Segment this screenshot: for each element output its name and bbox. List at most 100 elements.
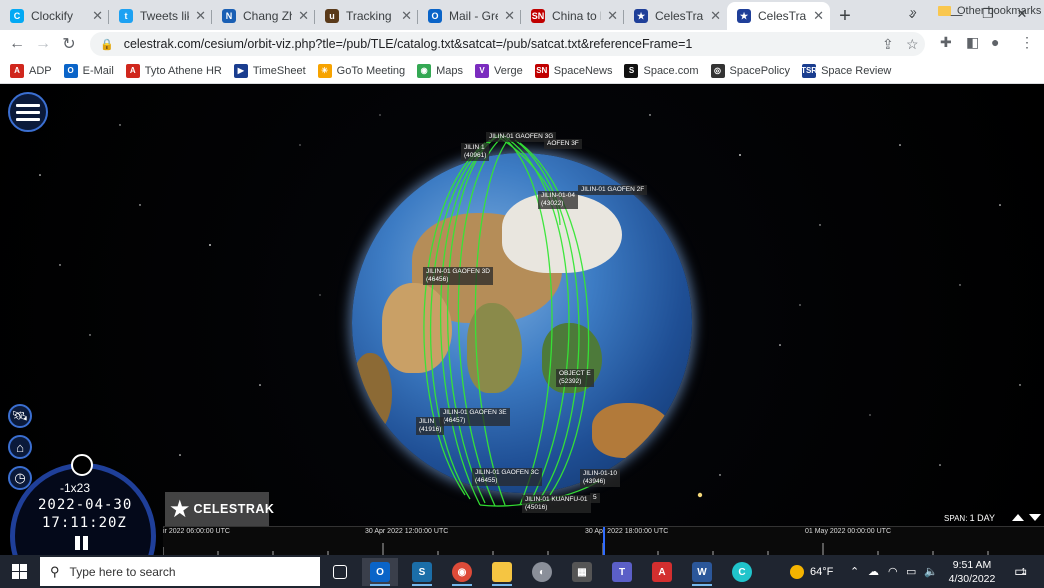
- satellite-label[interactable]: AOFEN 3F: [544, 139, 582, 149]
- taskbar-canva[interactable]: C: [724, 558, 760, 586]
- timeline-label: ir 2022 06:00:00 UTC: [163, 528, 230, 535]
- satellite-label[interactable]: JILIN-01 GAOFEN 3C (46455): [472, 468, 542, 486]
- span-decrease-icon[interactable]: [1029, 514, 1041, 521]
- taskbar-word[interactable]: W: [684, 558, 720, 586]
- taskbar-search[interactable]: ⚲ Type here to search: [40, 557, 320, 586]
- bookmark-verge[interactable]: V Verge: [475, 63, 523, 78]
- word-icon: W: [692, 562, 712, 582]
- close-icon[interactable]: ✕: [504, 8, 515, 24]
- notification-center-icon[interactable]: ▭ 1: [1010, 561, 1030, 581]
- satellite-label[interactable]: JILIN-01 GAOFEN 2F: [578, 185, 648, 195]
- adp-icon: A: [10, 63, 24, 78]
- timesheet-icon: ▶: [233, 63, 248, 78]
- bookmark-email[interactable]: O E-Mail: [63, 63, 114, 78]
- satellite-label[interactable]: JILIN-01 GAOFEN 3D (46456): [423, 267, 493, 285]
- home-icon[interactable]: ⌂: [8, 435, 32, 459]
- profile-avatar-icon[interactable]: ●: [991, 34, 999, 50]
- taskbar-outlook[interactable]: O: [362, 558, 398, 586]
- taskbar-teams[interactable]: T: [604, 558, 640, 586]
- side-panel-icon[interactable]: ◧: [966, 34, 979, 51]
- sun-icon: [790, 564, 804, 579]
- browser-tab[interactable]: u Tracking | UPS ✕: [315, 2, 418, 30]
- taskbar-chrome[interactable]: ◉: [444, 558, 480, 586]
- bookmark-tyto[interactable]: A Tyto Athene HR: [125, 63, 222, 78]
- bookmark-adp[interactable]: A ADP: [10, 63, 52, 78]
- satellite-label[interactable]: OBJECT E (52392): [556, 369, 594, 387]
- onedrive-icon[interactable]: ☁: [868, 555, 879, 588]
- address-bar[interactable]: 🔒 celestrak.com/cesium/orbit-viz.php?tle…: [90, 32, 925, 56]
- forward-icon[interactable]: →: [30, 31, 56, 57]
- satellite-icon[interactable]: 🛰: [8, 404, 32, 428]
- satellite-name: JILIN-01 GAOFEN 3E: [443, 409, 507, 416]
- other-bookmarks[interactable]: Other bookmarks: [938, 5, 1041, 17]
- twitter-icon: t: [119, 9, 133, 23]
- task-view-button[interactable]: [322, 558, 358, 586]
- back-icon[interactable]: ←: [4, 31, 30, 57]
- star-bookmark-icon[interactable]: ☆: [906, 36, 919, 53]
- battery-icon[interactable]: ▭: [906, 555, 916, 588]
- close-icon[interactable]: ✕: [607, 8, 618, 24]
- satellite-label[interactable]: JILIN (41916): [416, 417, 445, 435]
- more-menu-icon[interactable]: ⋮: [1020, 34, 1034, 51]
- browser-tab[interactable]: O Mail - Greg ✕: [418, 2, 521, 30]
- extensions-icon[interactable]: ✚: [940, 34, 952, 51]
- satellite-catalog-id: (46455): [475, 477, 498, 484]
- animation-speed-knob[interactable]: [71, 454, 93, 476]
- satellite-label[interactable]: 5: [590, 493, 600, 503]
- satellite-label[interactable]: JILIN-01 GAOFEN 3E (46457): [440, 408, 510, 426]
- share-icon[interactable]: ⇪: [882, 36, 894, 53]
- timeline-cursor[interactable]: [603, 527, 605, 555]
- browser-tab[interactable]: SN China to bu ✕: [521, 2, 624, 30]
- windows-taskbar: ⚲ Type here to search O S ◉ ◐ ▦ T A W C …: [0, 555, 1044, 588]
- satellite-label[interactable]: JILIN-01-04 (43022): [538, 191, 578, 209]
- other-bookmarks-label: Other bookmarks: [957, 5, 1042, 17]
- pause-button[interactable]: [75, 536, 89, 550]
- close-icon[interactable]: ✕: [401, 8, 412, 24]
- taskbar-calculator[interactable]: ▦: [564, 558, 600, 586]
- reload-icon[interactable]: ↻: [56, 31, 82, 57]
- new-tab-button[interactable]: +: [830, 2, 860, 30]
- volume-icon[interactable]: 🔈: [924, 555, 938, 588]
- bookmark-spacenews[interactable]: SN SpaceNews: [534, 63, 612, 78]
- satellite-label[interactable]: JILIN-01 KUANFU-01 (45016): [522, 495, 591, 513]
- bookmark-spacereview[interactable]: TSR Space Review: [801, 63, 891, 78]
- close-icon[interactable]: ✕: [298, 8, 309, 24]
- tab-title: Tweets liked: [140, 9, 189, 23]
- taskbar-snagit[interactable]: S: [404, 558, 440, 586]
- browser-tab[interactable]: N Chang Zheng ✕: [212, 2, 315, 30]
- browser-tab[interactable]: t Tweets liked ✕: [109, 2, 212, 30]
- search-placeholder: Type here to search: [69, 564, 176, 579]
- tray-chevron-icon[interactable]: ⌃: [850, 555, 859, 588]
- bookmark-label: Maps: [436, 64, 464, 77]
- taskbar-clock[interactable]: 9:51 AM 4/30/2022: [940, 558, 1004, 586]
- browser-tab-active[interactable]: ★ CelesTrak O ✕: [727, 2, 830, 30]
- browser-tab[interactable]: C Clockify ✕: [0, 2, 109, 30]
- close-icon[interactable]: ✕: [813, 8, 824, 24]
- folder-icon: [938, 6, 951, 16]
- more-bookmarks-chevron[interactable]: »: [910, 5, 917, 19]
- bookmark-gotomeeting[interactable]: ✳ GoTo Meeting: [317, 63, 405, 78]
- taskbar-file-explorer[interactable]: [484, 558, 520, 586]
- span-increase-icon[interactable]: [1012, 514, 1024, 521]
- wifi-icon[interactable]: ◠: [888, 555, 898, 588]
- taskbar-acrobat[interactable]: A: [644, 558, 680, 586]
- hamburger-menu-button[interactable]: [8, 92, 48, 132]
- bookmark-timesheet[interactable]: ▶ TimeSheet: [233, 63, 306, 78]
- satellite-label[interactable]: JILIN-01-10 (43946): [580, 469, 620, 487]
- cesium-viewer[interactable]: JILIN-01 GAOFEN 3G JILIN 1 (40961) AOFEN …: [0, 85, 1044, 555]
- span-label: SPAN:: [944, 514, 968, 523]
- bookmark-spacepolicy[interactable]: ◎ SpacePolicy: [710, 63, 790, 78]
- teams-icon: T: [612, 562, 632, 582]
- windows-start-button[interactable]: [0, 555, 38, 588]
- timeline[interactable]: ir 2022 06:00:00 UTC 30 Apr 2022 12:00:0…: [163, 526, 1044, 555]
- weather-widget[interactable]: 64°F: [790, 555, 833, 588]
- satellite-label[interactable]: JILIN 1 (40961): [461, 143, 490, 161]
- close-icon[interactable]: ✕: [710, 8, 721, 24]
- taskbar-browser-app[interactable]: ◐: [524, 558, 560, 586]
- bookmark-space-com[interactable]: S Space.com: [624, 63, 699, 78]
- browser-tab[interactable]: ★ CelesTrak ✕: [624, 2, 727, 30]
- close-icon[interactable]: ✕: [92, 8, 103, 24]
- bookmark-maps[interactable]: ◉ Maps: [417, 63, 464, 78]
- lock-icon[interactable]: 🔒: [100, 38, 114, 51]
- close-icon[interactable]: ✕: [195, 8, 206, 24]
